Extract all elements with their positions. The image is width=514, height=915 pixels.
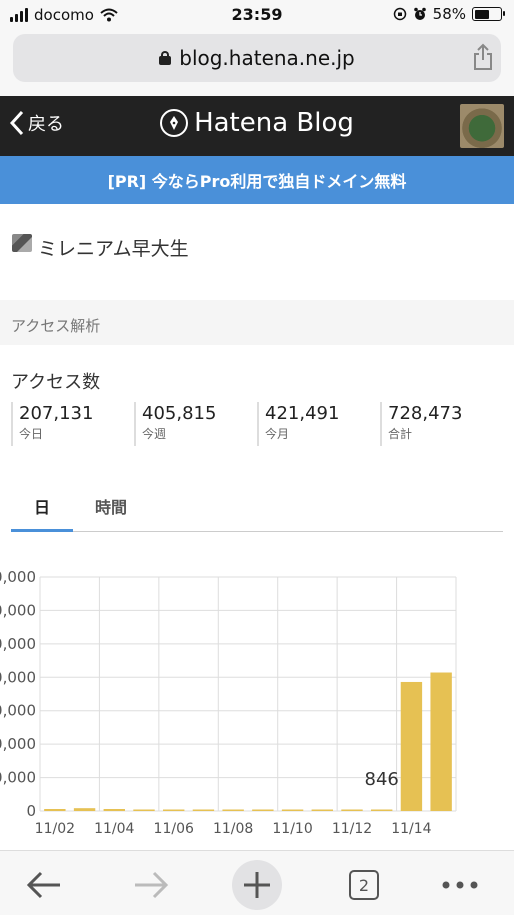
user-avatar[interactable]: [460, 104, 504, 148]
app-header: 戻る Hatena Blog: [0, 96, 514, 156]
tab-hour[interactable]: 時間: [95, 494, 127, 518]
stat-label: 今日: [19, 427, 44, 441]
x-tick-label: 11/10: [272, 821, 312, 837]
orientation-lock-icon: [393, 7, 406, 21]
tab-count-icon: 2: [349, 870, 379, 900]
arrow-left-icon: [26, 871, 60, 899]
url-text: blog.hatena.ne.jp: [179, 46, 355, 70]
back-nav-button[interactable]: [20, 863, 68, 907]
bar-11-03: [73, 808, 96, 811]
bar-11-11: [311, 809, 333, 811]
stat-value: 405,815: [142, 403, 217, 424]
plus-icon: [244, 872, 270, 898]
access-heading: アクセス数: [11, 372, 101, 393]
browser-toolbar: blog.hatena.ne.jp: [0, 30, 514, 96]
y-tick-label: 200,000: [0, 668, 36, 686]
x-tick-label: 11/08: [213, 821, 253, 837]
bar-11-15: [430, 672, 452, 811]
stat-value: 207,131: [19, 403, 94, 424]
y-tick-label: 50,000: [0, 769, 36, 787]
y-tick-label: 250,000: [0, 635, 36, 653]
x-tick-label: 11/12: [332, 821, 372, 837]
forward-nav-button[interactable]: [127, 863, 175, 907]
bar-11-12: [341, 809, 363, 811]
stat-today: 207,131 今日: [11, 402, 134, 446]
stat-value: 421,491: [265, 403, 340, 424]
new-tab-button[interactable]: [232, 860, 282, 910]
lock-icon: [159, 51, 172, 65]
stat-label: 合計: [388, 427, 413, 441]
section-label: アクセス解析: [11, 317, 101, 335]
x-tick-label: 11/14: [391, 821, 431, 837]
bar-11-10: [281, 809, 304, 811]
x-tick-label: 11/04: [94, 821, 134, 837]
access-chart: 0 50,000 100,000 150,000 200,000 250,000 300,0…: [0, 560, 514, 850]
battery-icon: [472, 7, 505, 21]
stat-month: 421,491 今月: [257, 402, 380, 446]
bar-11-08: [222, 809, 244, 811]
address-bar[interactable]: blog.hatena.ne.jp: [13, 34, 501, 82]
stat-label: 今週: [142, 427, 167, 441]
period-tabs: 日 時間: [11, 480, 503, 532]
pr-banner-text: [PR] 今ならPro利用で独自ドメイン無料: [107, 172, 407, 191]
more-button[interactable]: [436, 863, 484, 907]
pen-nib-icon: [160, 109, 189, 137]
bar-11-06: [163, 809, 185, 811]
section-header: アクセス解析: [0, 300, 514, 345]
bar-11-13: [371, 809, 393, 811]
x-tick-label: 11/06: [154, 821, 194, 837]
y-tick-label: 300,000: [0, 601, 36, 619]
bar-11-14: [400, 681, 423, 811]
tab-day[interactable]: 日: [11, 494, 73, 532]
browser-bottom-bar: 2: [0, 850, 514, 915]
tab-count: 2: [358, 875, 370, 895]
stat-week: 405,815 今週: [134, 402, 257, 446]
bar-11-04: [103, 808, 125, 811]
tabs-button[interactable]: 2: [340, 863, 388, 907]
alarm-icon: [413, 7, 426, 20]
y-tick-label: 0: [26, 802, 36, 820]
y-tick-label: 100,000: [0, 735, 36, 753]
battery-level: [474, 9, 489, 19]
y-tick-label: 150,000: [0, 702, 36, 720]
status-right: 58%: [393, 5, 505, 23]
data-label: 846: [365, 769, 399, 790]
y-tick-label: 350,000: [0, 568, 36, 586]
blog-icon: [12, 234, 32, 252]
logo-text: Hatena Blog: [194, 108, 354, 138]
pr-banner[interactable]: [PR] 今ならPro利用で独自ドメイン無料: [0, 156, 514, 204]
stat-label: 今月: [265, 427, 290, 441]
share-icon[interactable]: [472, 43, 494, 71]
battery-percent: 58%: [432, 5, 466, 23]
hatena-blog-logo: Hatena Blog: [0, 108, 514, 138]
bar-11-05: [133, 809, 155, 811]
bar-11-02: [44, 808, 66, 811]
blog-title[interactable]: ミレニアム早大生: [38, 234, 189, 261]
access-stats: 207,131 今日 405,815 今週 421,491 今月 728,473…: [11, 402, 503, 446]
stat-total: 728,473 合計: [380, 402, 503, 446]
x-tick-label: 11/02: [35, 821, 75, 837]
bar-11-07: [192, 809, 215, 811]
bar-11-09: [252, 809, 274, 811]
stat-value: 728,473: [388, 403, 463, 424]
more-icon: [442, 881, 478, 889]
blog-title-row: ミレニアム早大生: [0, 204, 514, 304]
bar-chart: 0 50,000 100,000 150,000 200,000 250,000 300,0…: [0, 568, 457, 837]
status-bar: docomo 23:59 58%: [0, 0, 514, 30]
arrow-right-icon: [135, 871, 169, 899]
